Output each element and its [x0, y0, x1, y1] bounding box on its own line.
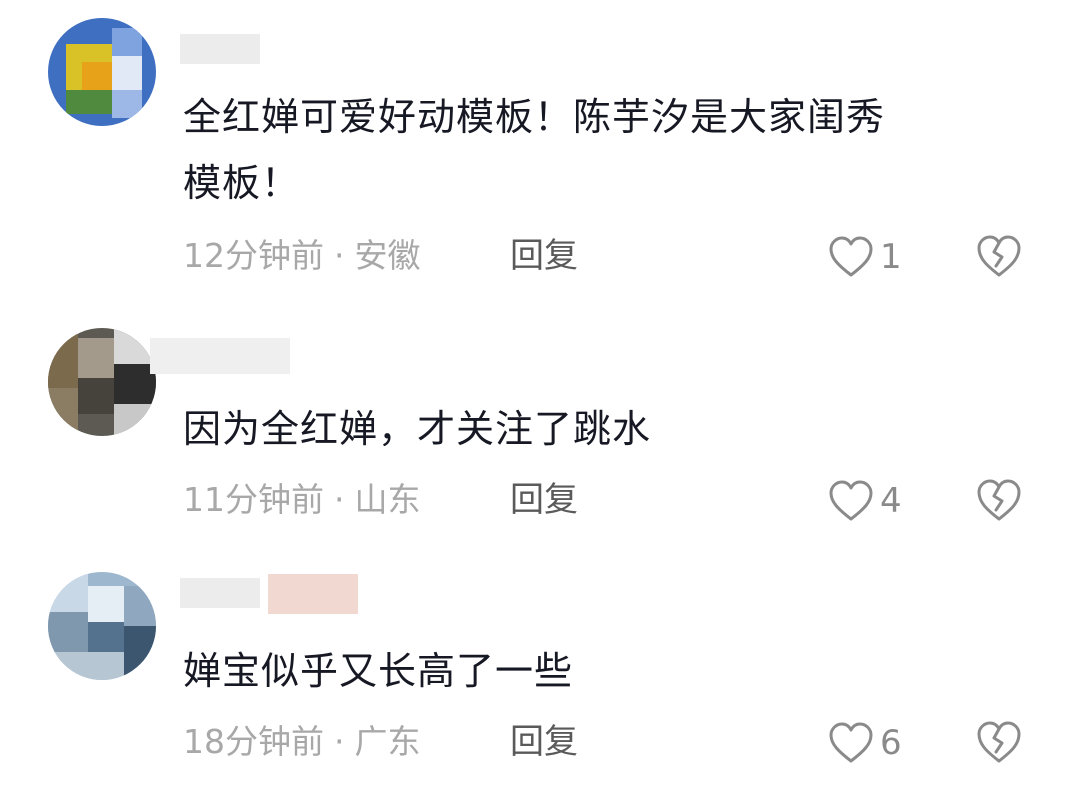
- comment-text-line: 因为全红婵，才关注了跳水: [183, 407, 652, 451]
- timestamp: 12分钟前: [183, 236, 324, 275]
- timestamp: 11分钟前: [183, 480, 324, 519]
- broken-heart-icon: [977, 479, 1021, 521]
- username[interactable]: [183, 340, 303, 374]
- like-count: 1: [880, 237, 902, 277]
- location: 山东: [354, 480, 421, 519]
- avatar[interactable]: [48, 572, 156, 680]
- username[interactable]: [183, 578, 273, 612]
- comment-text-line: 模板！: [183, 161, 301, 205]
- comment-meta: 18分钟前 · 广东: [183, 722, 421, 762]
- reply-button[interactable]: 回复: [510, 236, 578, 276]
- comment-text: 婵宝似乎又长高了一些: [183, 638, 1023, 704]
- avatar[interactable]: [48, 18, 156, 126]
- broken-heart-icon: [977, 235, 1021, 277]
- heart-outline-icon: [829, 722, 873, 763]
- timestamp: 18分钟前: [183, 722, 324, 761]
- comment-meta: 12分钟前 · 安徽: [183, 236, 421, 276]
- like-button[interactable]: 1: [828, 233, 902, 281]
- meta-separator: ·: [334, 236, 345, 275]
- username-redaction: [268, 574, 358, 614]
- comment-item: 因为全红婵，才关注了跳水 11分钟前 · 山东 回复 4: [0, 300, 1080, 550]
- comment-text: 因为全红婵，才关注了跳水: [183, 396, 1023, 462]
- comment-meta: 11分钟前 · 山东: [183, 480, 421, 520]
- dislike-button[interactable]: [975, 233, 1023, 279]
- dislike-button[interactable]: [975, 477, 1023, 523]
- heart-outline-icon: [829, 480, 873, 521]
- meta-separator: ·: [334, 722, 345, 761]
- like-count: 6: [880, 723, 902, 763]
- reply-button[interactable]: 回复: [510, 722, 578, 762]
- broken-heart-icon: [977, 721, 1021, 763]
- comment-text-line: 婵宝似乎又长高了一些: [183, 649, 574, 693]
- location: 广东: [354, 722, 421, 761]
- location: 安徽: [354, 236, 421, 275]
- reply-button[interactable]: 回复: [510, 480, 578, 520]
- comment-text: 全红婵可爱好动模板！陈芋汐是大家闺秀 模板！: [183, 84, 1023, 216]
- heart-outline-icon: [829, 236, 873, 277]
- like-button[interactable]: 6: [828, 719, 902, 767]
- comment-item: 婵宝似乎又长高了一些 18分钟前 · 广东 回复 6: [0, 550, 1080, 806]
- meta-separator: ·: [334, 480, 345, 519]
- like-button[interactable]: 4: [828, 477, 902, 525]
- dislike-button[interactable]: [975, 719, 1023, 765]
- comment-item: 全红婵可爱好动模板！陈芋汐是大家闺秀 模板！ 12分钟前 · 安徽 回复 1: [0, 0, 1080, 300]
- comment-text-line: 全红婵可爱好动模板！陈芋汐是大家闺秀: [183, 95, 886, 139]
- username-redaction: [180, 34, 260, 64]
- avatar[interactable]: [48, 328, 156, 436]
- like-count: 4: [880, 481, 902, 521]
